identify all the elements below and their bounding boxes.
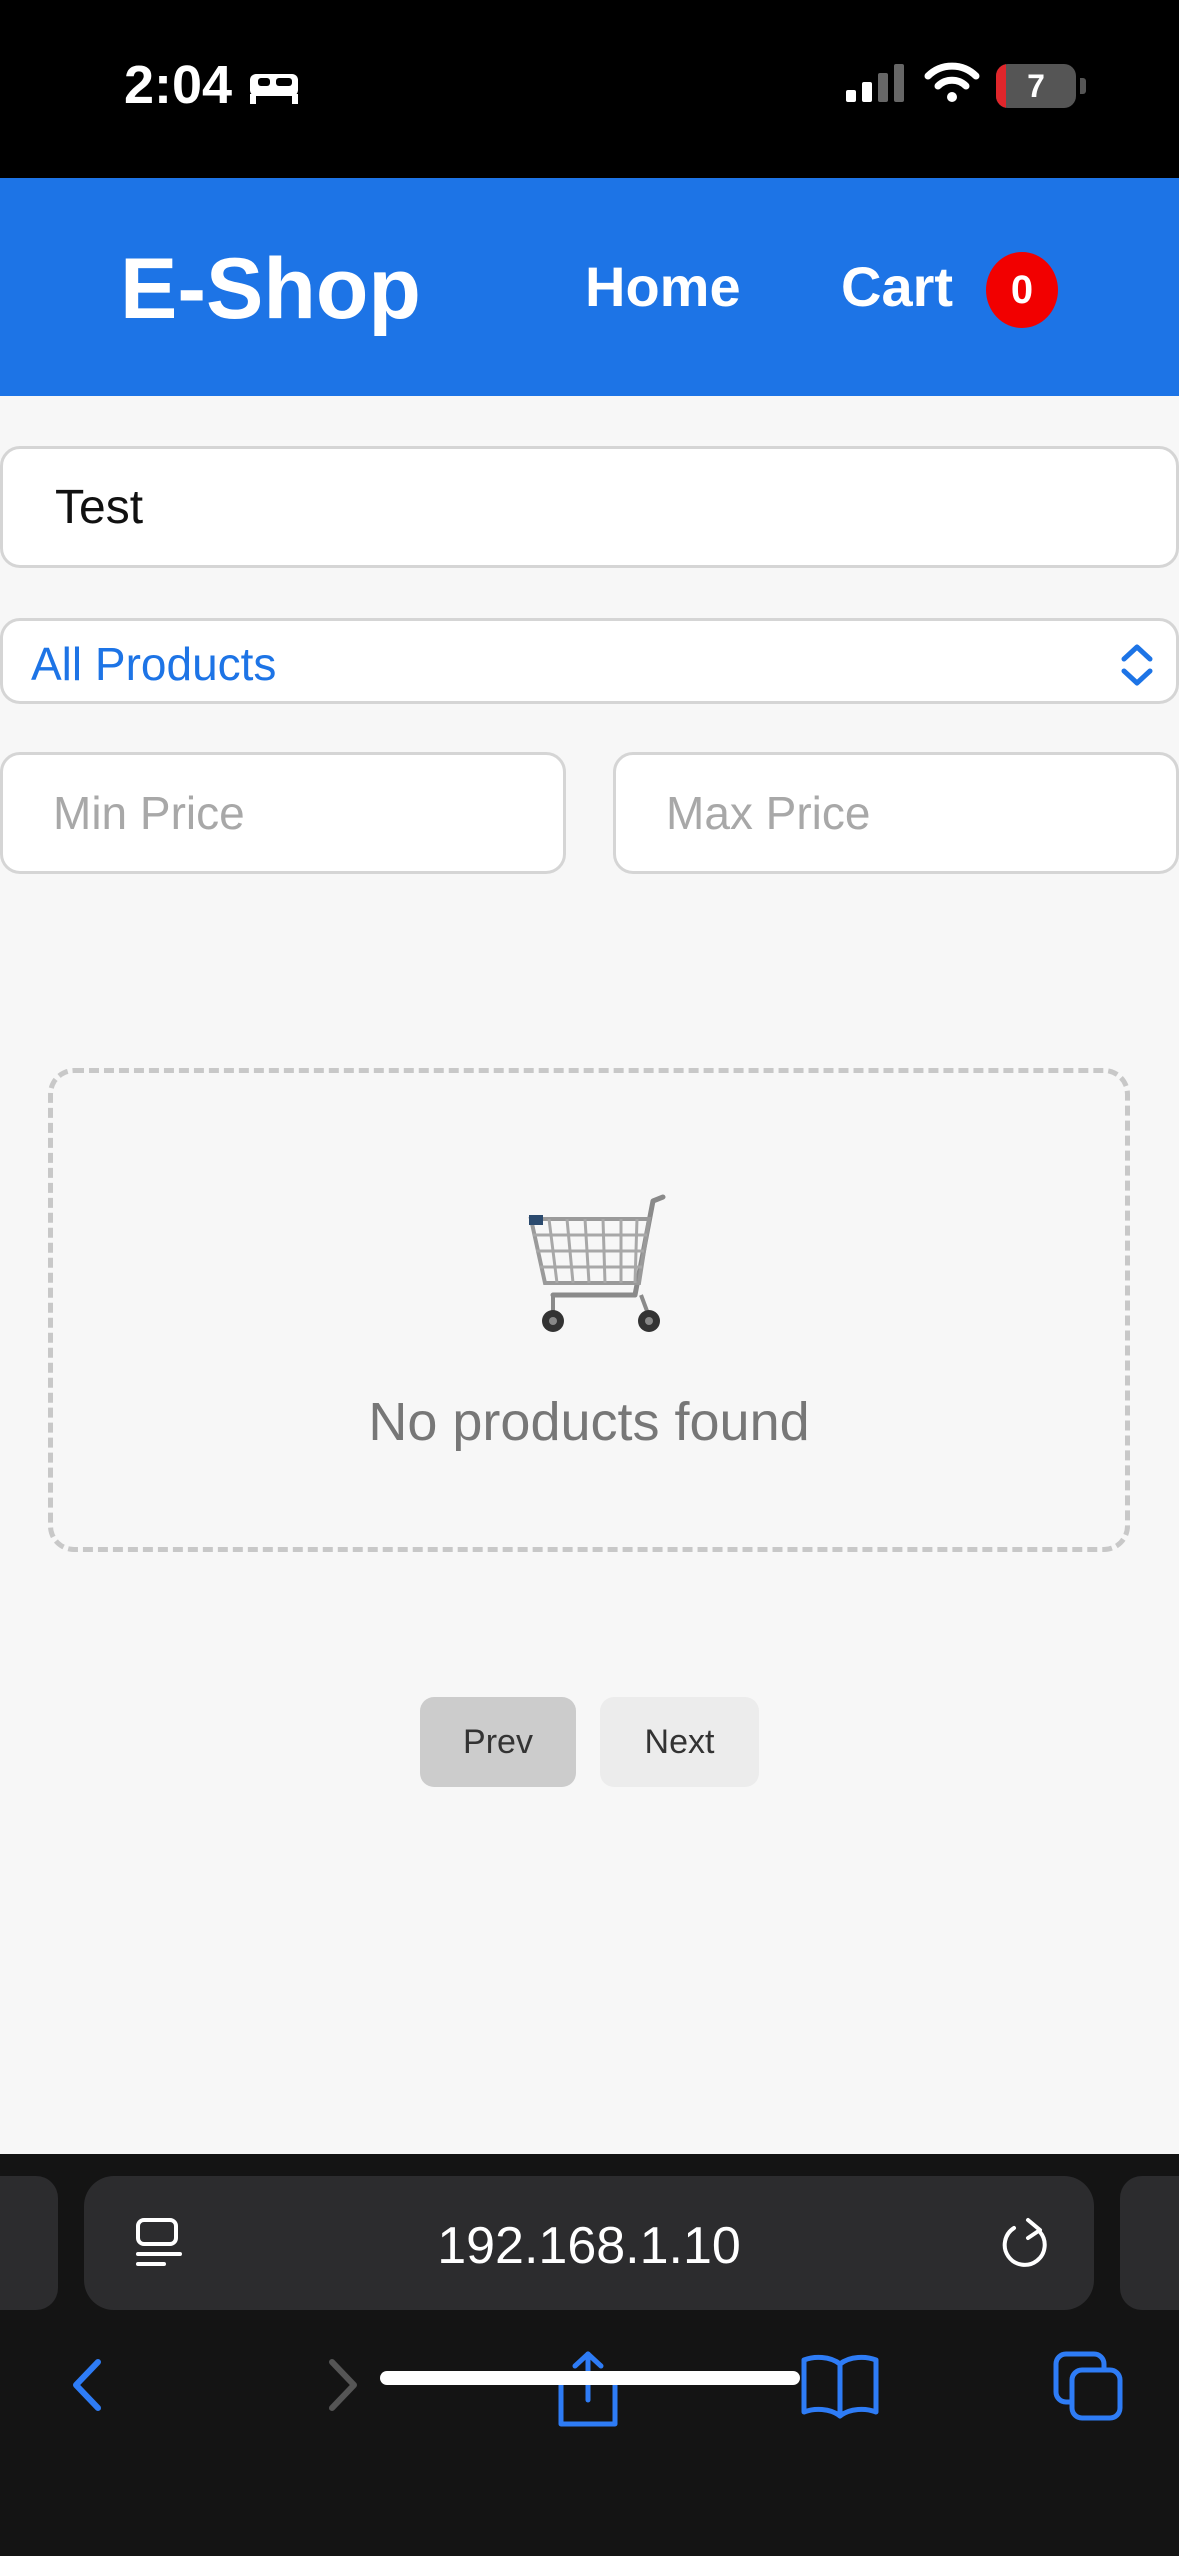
empty-state-message: No products found [368, 1392, 810, 1452]
max-price-input[interactable] [613, 752, 1179, 874]
next-page-button[interactable]: Next [600, 1697, 759, 1787]
home-indicator[interactable] [380, 2371, 800, 2385]
next-tab-preview[interactable] [1120, 2176, 1179, 2310]
brand-logo[interactable]: E-Shop [120, 240, 421, 339]
bed-icon [248, 68, 300, 111]
site-header: E-Shop Home Cart 0 [0, 178, 1179, 396]
min-price-input[interactable] [0, 752, 566, 874]
bookmarks-icon[interactable] [800, 2350, 880, 2425]
address-bar[interactable]: 192.168.1.10 [84, 2176, 1094, 2310]
battery-tip [1080, 78, 1086, 94]
prev-page-button[interactable]: Prev [420, 1697, 576, 1787]
wifi-icon [924, 60, 980, 109]
share-icon[interactable] [553, 2350, 623, 2435]
browser-toolbar: 192.168.1.10 [0, 2154, 1179, 2556]
empty-state-panel: No products found [48, 1068, 1130, 1552]
nav-cart-link[interactable]: Cart [841, 254, 953, 319]
url-text[interactable]: 192.168.1.10 [84, 2216, 1094, 2276]
back-icon[interactable] [62, 2350, 114, 2425]
reload-icon[interactable] [1000, 2216, 1052, 2275]
cellular-signal-icon [846, 64, 906, 109]
status-time: 2:04 [124, 55, 233, 115]
status-bar: 2:04 7 [0, 0, 1179, 178]
chevron-up-down-icon [1119, 643, 1155, 692]
category-selected-value: All Products [31, 638, 277, 690]
shopping-cart-icon [523, 1191, 673, 1346]
nav-home-link[interactable]: Home [585, 254, 741, 319]
previous-tab-preview[interactable] [0, 2176, 58, 2310]
tabs-icon[interactable] [1052, 2350, 1124, 2427]
forward-icon[interactable] [316, 2350, 368, 2425]
battery-icon: 7 [996, 64, 1076, 108]
search-input[interactable] [0, 446, 1179, 568]
category-select[interactable]: All Products [0, 618, 1179, 704]
battery-level: 7 [1027, 68, 1045, 104]
cart-count-badge[interactable]: 0 [986, 252, 1058, 328]
